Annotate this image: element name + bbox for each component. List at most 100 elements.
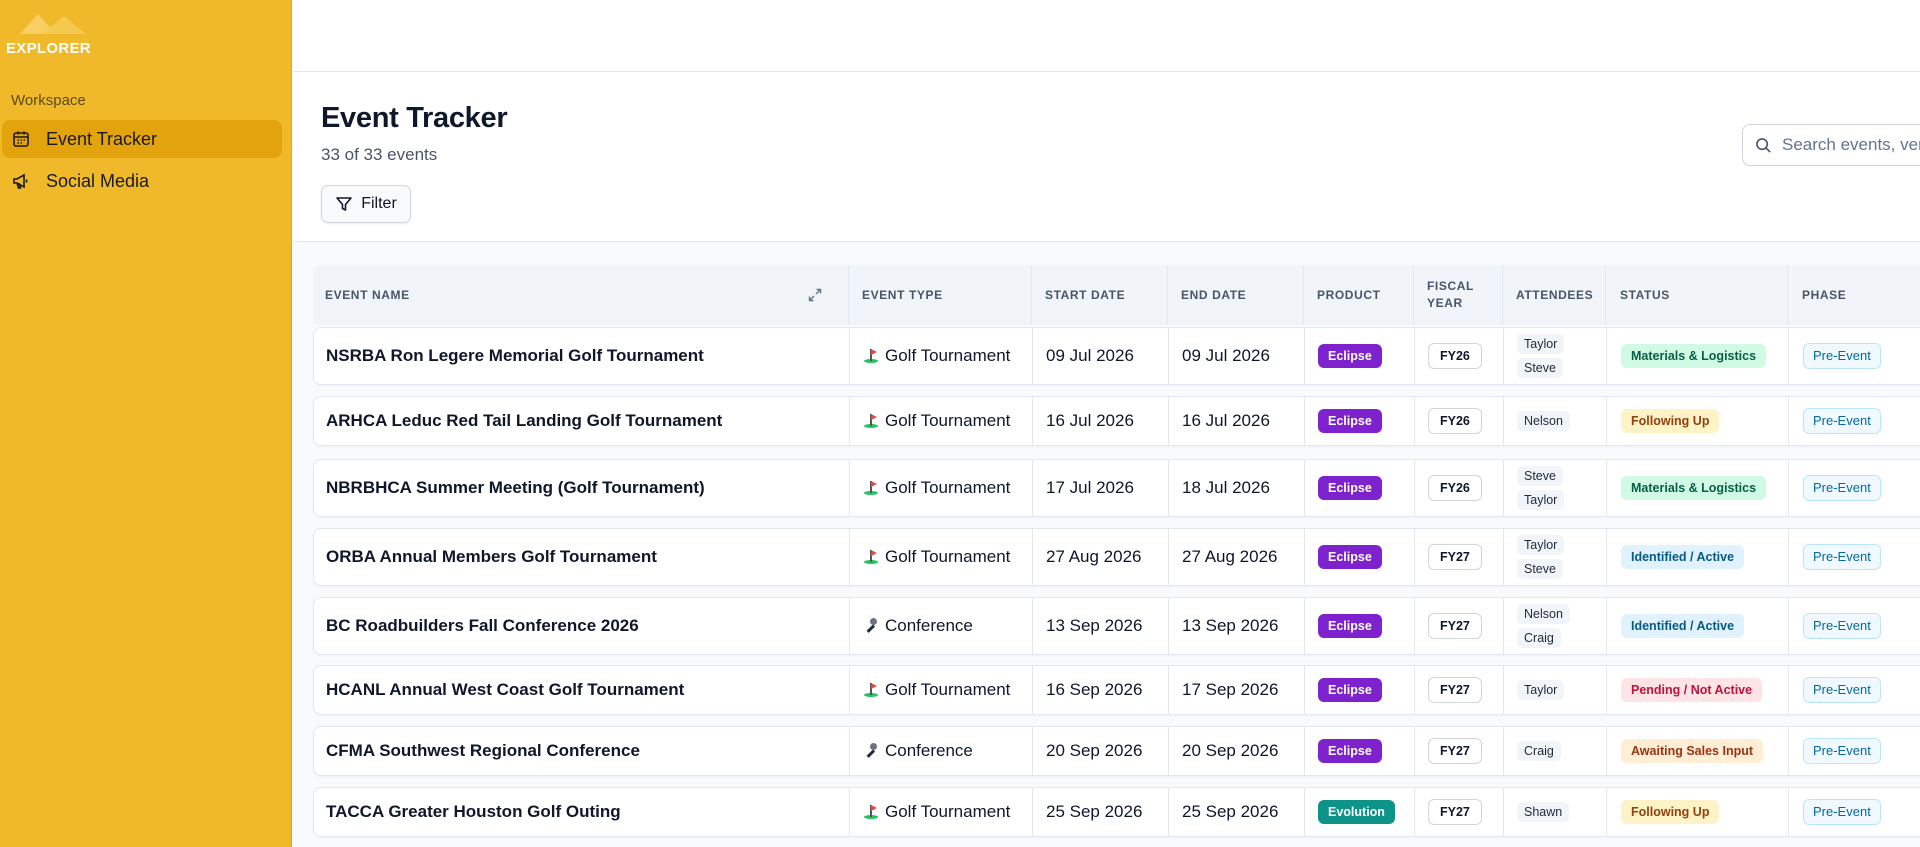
event-name[interactable]: HCANL Annual West Coast Golf Tournament [326, 666, 684, 714]
column-header-end-date[interactable]: End Date [1181, 265, 1301, 325]
table-row[interactable]: TACCA Greater Houston Golf Outing Golf To… [313, 787, 1920, 837]
column-header-fiscal-year[interactable]: Fiscal Year [1427, 265, 1487, 325]
sidebar-item-event-tracker[interactable]: Event Tracker [2, 120, 282, 158]
logo-text: EXPLORER [6, 40, 91, 57]
phase-badge: Pre-Event [1803, 676, 1881, 704]
start-date: 20 Sep 2026 [1046, 741, 1143, 760]
event-name[interactable]: CFMA Southwest Regional Conference [326, 727, 640, 775]
table-row[interactable]: ARHCA Leduc Red Tail Landing Golf Tourna… [313, 396, 1920, 446]
attendees-cell: Nelson [1517, 397, 1570, 445]
phase-cell: Pre-Event [1803, 666, 1881, 714]
table-row[interactable]: ORBA Annual Members Golf Tournament Golf … [313, 528, 1920, 586]
event-name[interactable]: ARHCA Leduc Red Tail Landing Golf Tourna… [326, 397, 722, 445]
cell-divider [1414, 598, 1415, 654]
cell-divider [1414, 397, 1415, 445]
attendee-chip: Shawn [1517, 802, 1570, 822]
cell-divider [1304, 666, 1305, 714]
event-name[interactable]: NBRBHCA Summer Meeting (Golf Tournament) [326, 460, 705, 516]
cell-divider [1168, 460, 1169, 516]
cell-divider [1503, 529, 1504, 585]
start-date: 17 Jul 2026 [1046, 478, 1134, 497]
cell-divider [1168, 397, 1169, 445]
cell-divider [1606, 328, 1607, 384]
attendee-chip: Nelson [1517, 411, 1570, 431]
cell-divider [1032, 598, 1033, 654]
column-header-start-date[interactable]: Start Date [1045, 265, 1165, 325]
table-row[interactable]: NSRBA Ron Legere Memorial Golf Tournamen… [313, 327, 1920, 385]
status-badge: Materials & Logistics [1621, 343, 1767, 369]
product-badge: Eclipse [1318, 475, 1382, 501]
status-badge: Identified / Active [1621, 544, 1745, 570]
column-header-phase[interactable]: Phase [1802, 265, 1902, 325]
status-badge: Identified / Active [1621, 613, 1745, 639]
event-type: Golf Tournament [885, 411, 1011, 430]
column-header-status[interactable]: Status [1620, 265, 1770, 325]
cell-divider [849, 788, 850, 836]
cell-divider [1788, 460, 1789, 516]
status-badge: Following Up [1621, 408, 1720, 434]
event-name[interactable]: TACCA Greater Houston Golf Outing [326, 788, 621, 836]
cell-divider [1304, 788, 1305, 836]
fiscal-year-cell: FY27 [1428, 598, 1482, 654]
attendee-list: Nelson [1517, 411, 1570, 431]
product-cell: Eclipse [1318, 397, 1382, 445]
search-input[interactable] [1782, 135, 1920, 155]
sidebar: EXPLORER Workspace Event Tracker Social … [0, 0, 292, 847]
fiscal-year-badge: FY27 [1428, 612, 1482, 640]
cell-divider [1032, 460, 1033, 516]
event-type: Golf Tournament [885, 680, 1011, 699]
sidebar-item-label: Event Tracker [46, 128, 158, 149]
start-date: 25 Sep 2026 [1046, 802, 1143, 821]
cell-divider [1788, 788, 1789, 836]
product-badge: Eclipse [1318, 343, 1382, 369]
column-header-event-name[interactable]: Event Name [325, 265, 725, 325]
column-header-product[interactable]: Product [1317, 265, 1407, 325]
table-row[interactable]: BC Roadbuilders Fall Conference 2026 Conf… [313, 597, 1920, 655]
column-divider [1502, 265, 1503, 325]
end-date: 18 Jul 2026 [1182, 478, 1270, 497]
product-badge: Eclipse [1318, 408, 1382, 434]
event-name[interactable]: ORBA Annual Members Golf Tournament [326, 529, 657, 585]
table-row[interactable]: CFMA Southwest Regional Conference Confer… [313, 726, 1920, 776]
cell-divider [849, 727, 850, 775]
fiscal-year-cell: FY26 [1428, 328, 1482, 384]
cell-divider [849, 529, 850, 585]
cell-divider [849, 598, 850, 654]
status-badge: Awaiting Sales Input [1621, 738, 1764, 764]
table-row[interactable]: HCANL Annual West Coast Golf Tournament G… [313, 665, 1920, 715]
fiscal-year-cell: FY27 [1428, 529, 1482, 585]
column-header-event-type[interactable]: Event Type [862, 265, 992, 325]
golf-flag-icon [863, 413, 879, 429]
status-cell: Materials & Logistics [1621, 460, 1767, 516]
event-type: Golf Tournament [885, 478, 1011, 497]
cell-divider [849, 666, 850, 714]
cell-divider [1168, 666, 1169, 714]
app-logo[interactable]: EXPLORER [6, 14, 106, 58]
column-divider [1787, 265, 1788, 325]
phase-cell: Pre-Event [1803, 328, 1881, 384]
event-type-cell: Conference [863, 727, 973, 775]
top-bar [293, 0, 1920, 72]
attendees-cell: Taylor Steve [1517, 529, 1565, 585]
event-name[interactable]: BC Roadbuilders Fall Conference 2026 [326, 598, 639, 654]
event-name[interactable]: NSRBA Ron Legere Memorial Golf Tournamen… [326, 328, 704, 384]
cell-divider [1606, 460, 1607, 516]
cell-divider [1788, 666, 1789, 714]
cell-divider [1414, 529, 1415, 585]
phase-cell: Pre-Event [1803, 529, 1881, 585]
status-cell: Identified / Active [1621, 598, 1745, 654]
column-header-attendees[interactable]: Attendees [1516, 265, 1606, 325]
product-cell: Eclipse [1318, 529, 1382, 585]
search-box[interactable] [1742, 124, 1920, 166]
attendee-list: Nelson Craig [1517, 604, 1570, 648]
start-date: 13 Sep 2026 [1046, 616, 1143, 635]
phase-badge: Pre-Event [1803, 543, 1881, 571]
expand-column-icon[interactable] [807, 287, 823, 303]
sidebar-item-social-media[interactable]: Social Media [2, 162, 282, 200]
calendar-icon [12, 130, 30, 148]
logo-mountain-icon-2 [42, 16, 86, 34]
table-row[interactable]: NBRBHCA Summer Meeting (Golf Tournament)… [313, 459, 1920, 517]
phase-cell: Pre-Event [1803, 788, 1881, 836]
filter-button[interactable]: Filter [321, 185, 411, 223]
fiscal-year-badge: FY26 [1428, 342, 1482, 370]
